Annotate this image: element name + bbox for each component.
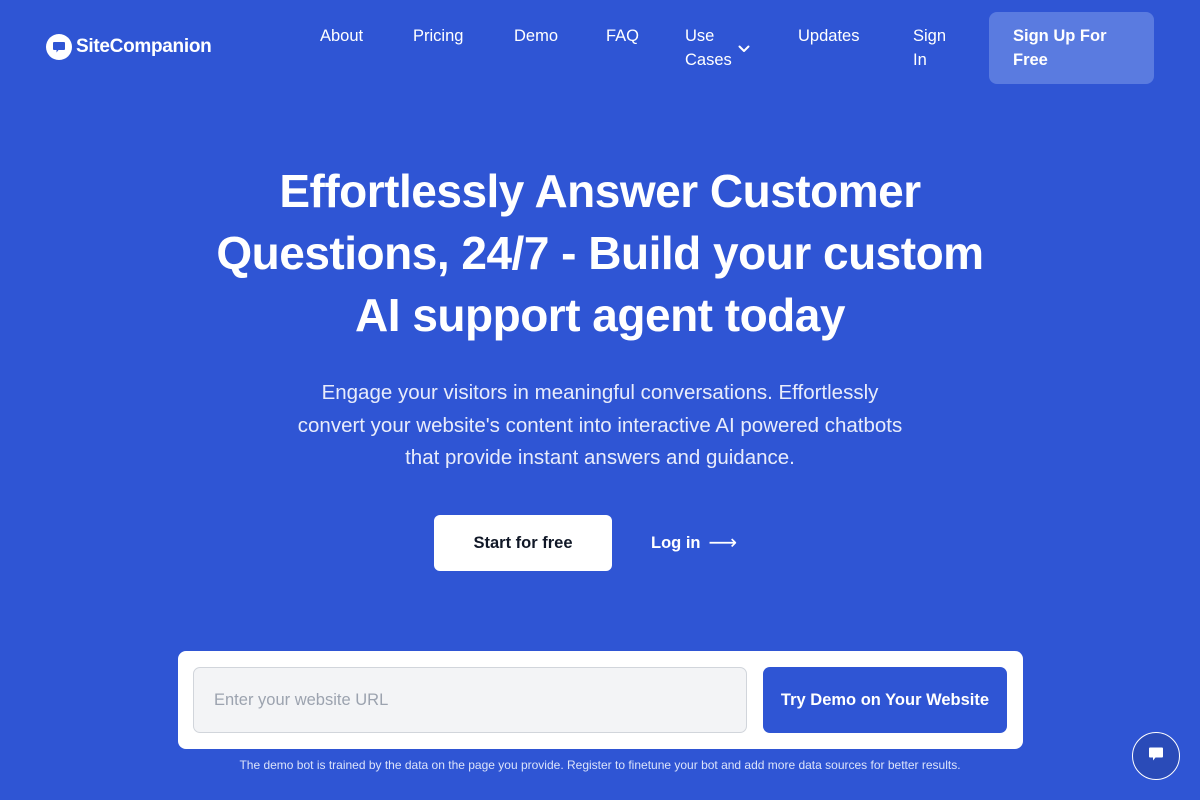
demo-disclaimer: The demo bot is trained by the data on t… bbox=[239, 758, 961, 772]
nav-faq[interactable]: FAQ bbox=[606, 24, 639, 48]
site-header: SiteCompanion About Pricing Demo FAQ Use… bbox=[0, 0, 1200, 96]
start-for-free-button[interactable]: Start for free bbox=[434, 515, 612, 571]
log-in-link[interactable]: Log in ⟶ bbox=[651, 531, 737, 555]
hero-title: Effortlessly Answer Customer Questions, … bbox=[216, 165, 984, 341]
brand-name: SiteCompanion bbox=[76, 36, 212, 57]
hero-subtitle: Engage your visitors in meaningful conve… bbox=[297, 381, 903, 469]
try-demo-button[interactable]: Try Demo on Your Website bbox=[763, 667, 1007, 733]
demo-card: Try Demo on Your Website bbox=[178, 651, 1023, 749]
website-url-input[interactable] bbox=[193, 667, 747, 733]
nav-pricing[interactable]: Pricing bbox=[413, 24, 463, 48]
nav-about[interactable]: About bbox=[320, 24, 363, 48]
brand-logo[interactable]: SiteCompanion bbox=[46, 34, 212, 60]
chat-widget-button[interactable] bbox=[1132, 732, 1180, 780]
chat-bubble-icon bbox=[46, 34, 72, 60]
nav-use-cases[interactable]: Use Cases bbox=[685, 24, 755, 72]
nav-updates[interactable]: Updates bbox=[798, 24, 859, 48]
chat-bubble-icon bbox=[1147, 745, 1165, 768]
log-in-label: Log in bbox=[651, 534, 701, 552]
chevron-down-icon bbox=[738, 36, 750, 60]
sign-up-button[interactable]: Sign Up For Free bbox=[989, 12, 1154, 84]
arrow-right-icon: ⟶ bbox=[708, 532, 738, 554]
nav-demo[interactable]: Demo bbox=[514, 24, 558, 48]
nav-use-cases-label: Use Cases bbox=[685, 27, 732, 69]
nav-sign-in[interactable]: Sign In bbox=[913, 24, 953, 72]
